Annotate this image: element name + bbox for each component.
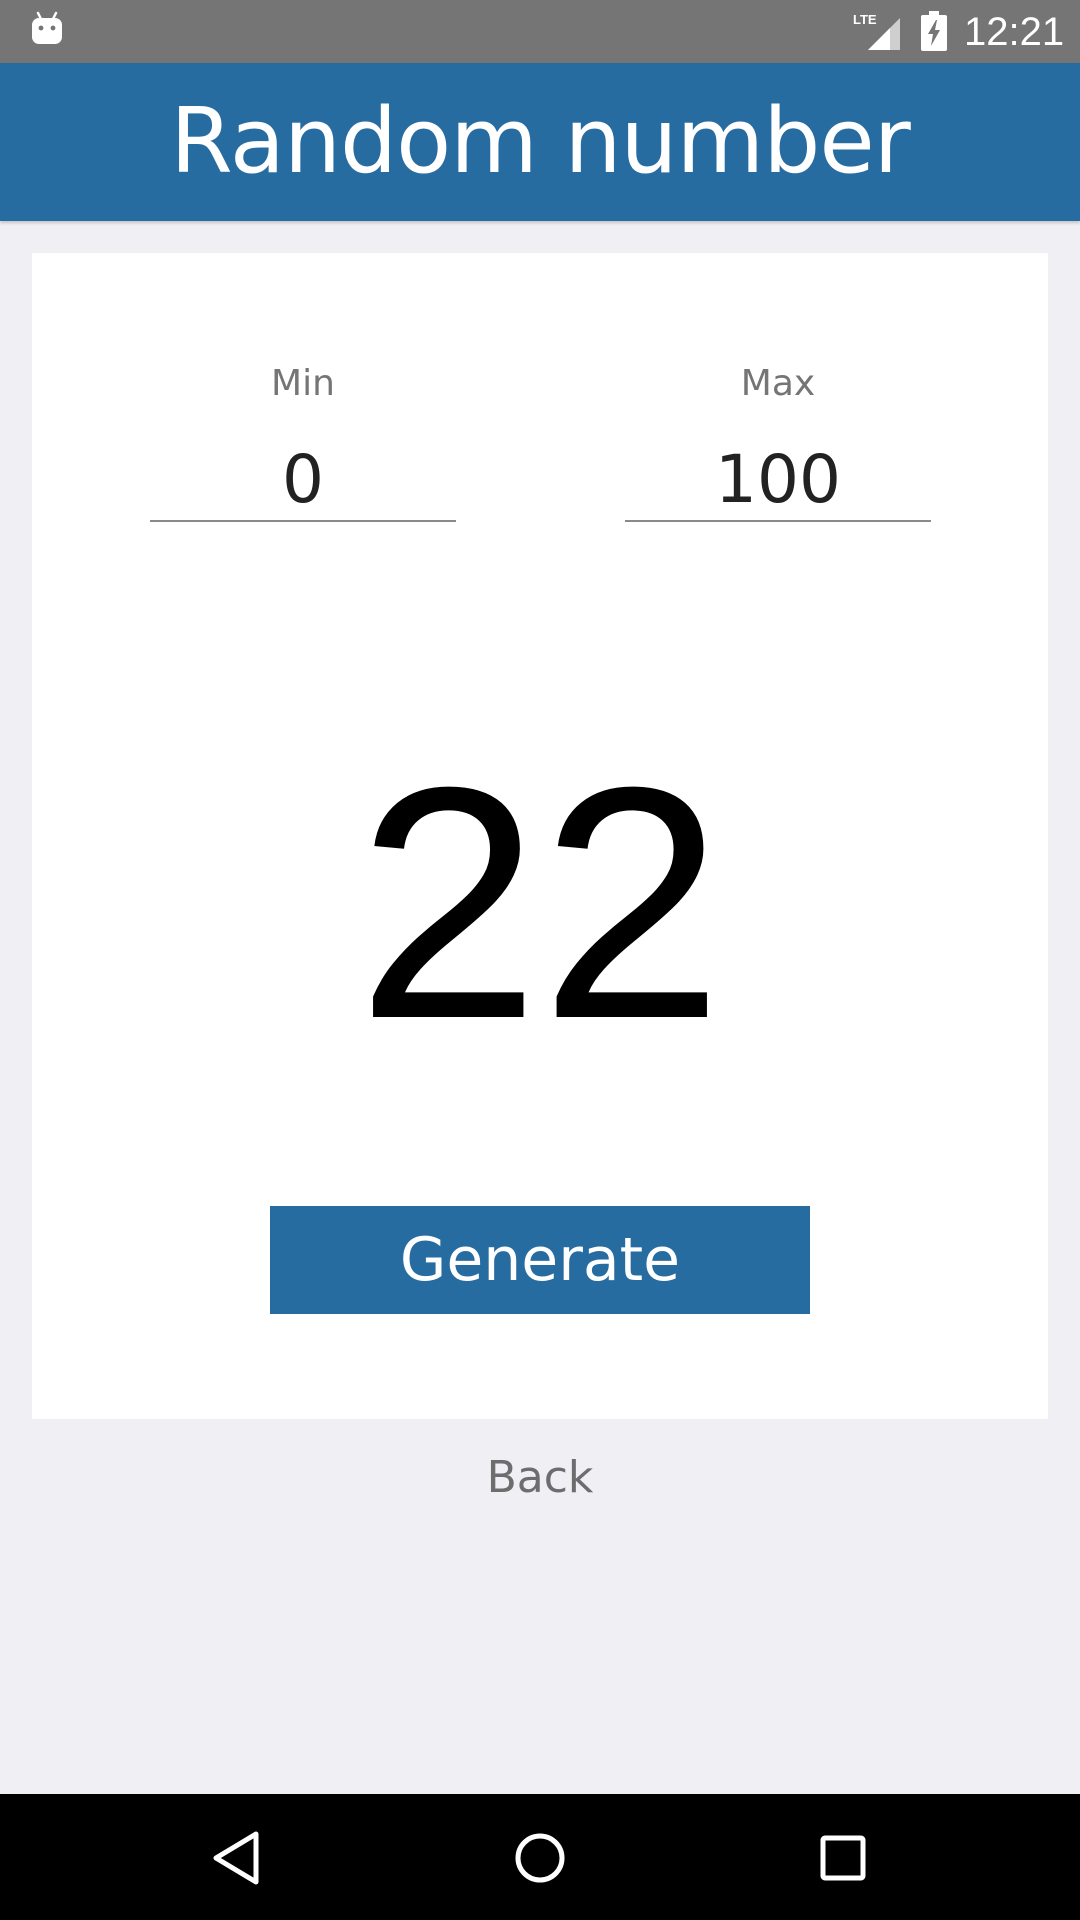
generate-button[interactable]: Generate <box>270 1206 810 1314</box>
status-bar: LTE 12:21 <box>0 0 1080 63</box>
page-title: Random number <box>170 89 910 194</box>
back-button[interactable]: Back <box>0 1452 1080 1503</box>
battery-charging-icon <box>921 11 947 51</box>
generator-card: Min Max 22 Generate <box>32 253 1048 1419</box>
max-input[interactable] <box>625 438 931 522</box>
recents-icon[interactable] <box>803 1818 883 1898</box>
app-header: Random number <box>0 63 1080 221</box>
home-icon[interactable] <box>500 1818 580 1898</box>
lte-signal-icon: LTE <box>853 12 900 50</box>
screen: LTE 12:21 Random number Min Max 22 Gener… <box>0 0 1080 1920</box>
random-result: 22 <box>356 718 724 1087</box>
svg-text:LTE: LTE <box>853 12 877 27</box>
android-icon <box>32 11 62 44</box>
clock: 12:21 <box>964 10 1065 54</box>
min-label: Min <box>271 363 335 404</box>
min-input[interactable] <box>150 438 456 522</box>
navigation-bar <box>0 1794 1080 1920</box>
max-label: Max <box>740 363 816 404</box>
back-icon[interactable] <box>196 1818 276 1898</box>
